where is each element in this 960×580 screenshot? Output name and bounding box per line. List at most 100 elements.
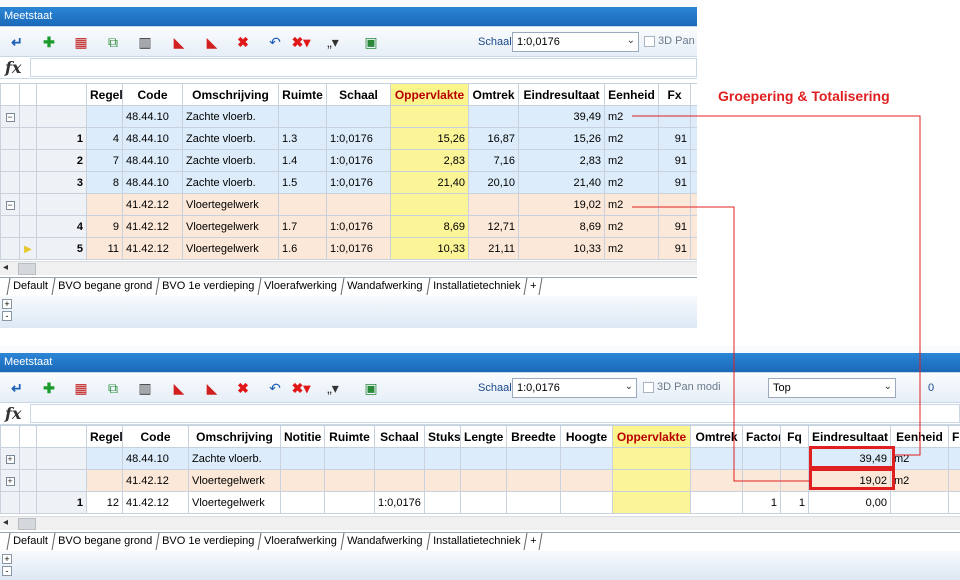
cell-eindresultaat[interactable]: 15,26 bbox=[518, 127, 605, 150]
eraser-icon[interactable]: ◣ bbox=[170, 380, 188, 396]
col-header[interactable]: Code bbox=[122, 83, 183, 106]
cell-omschrijving[interactable]: Zachte vloerb. bbox=[182, 149, 279, 172]
grid-icon[interactable]: ▦ bbox=[72, 380, 90, 396]
sheet-tab[interactable]: Default bbox=[6, 533, 54, 550]
cell-hoogte[interactable] bbox=[560, 447, 613, 470]
cell-omschrijving[interactable]: Vloertegelwerk bbox=[182, 215, 279, 238]
col-header[interactable]: Oppervlakte bbox=[612, 425, 691, 448]
cell-factor[interactable] bbox=[742, 469, 781, 492]
row-gutter[interactable] bbox=[0, 171, 20, 194]
expand-group-icon[interactable]: + bbox=[5, 454, 15, 464]
enter-icon[interactable]: ↵ bbox=[8, 380, 26, 396]
col-header[interactable]: Eindresultaat bbox=[518, 83, 605, 106]
cell-schaal[interactable]: 1:0,0176 bbox=[326, 127, 391, 150]
enter-icon[interactable]: ↵ bbox=[8, 34, 26, 50]
3d-pan-checkbox[interactable] bbox=[644, 36, 655, 47]
cell-ruimte[interactable]: 1.4 bbox=[278, 149, 327, 172]
add-sheet-tab[interactable]: + bbox=[523, 278, 543, 295]
cell-oppervlakte[interactable]: 2,83 bbox=[390, 149, 469, 172]
eraser2-icon[interactable]: ◣ bbox=[203, 34, 221, 50]
cell-eenheid[interactable]: m2 bbox=[890, 447, 949, 470]
cell-hoogte[interactable] bbox=[560, 469, 613, 492]
cell-eindresultaat[interactable]: 39,49 bbox=[518, 105, 605, 128]
group-row[interactable]: − 41.42.12 Vloertegelwerk 19,02 m2 bbox=[0, 193, 697, 216]
col-header[interactable]: Stuks bbox=[424, 425, 461, 448]
cell-fx[interactable] bbox=[658, 105, 691, 128]
cell-omschrijving[interactable]: Zachte vloerb. bbox=[182, 171, 279, 194]
cell-eindresultaat[interactable]: 2,83 bbox=[518, 149, 605, 172]
cell-regel[interactable] bbox=[86, 469, 123, 492]
cell-factor[interactable]: 1 bbox=[742, 491, 781, 514]
cell-ruimte[interactable]: 1.3 bbox=[278, 127, 327, 150]
cell-eenheid[interactable]: m2 bbox=[604, 105, 659, 128]
cell-breedte[interactable] bbox=[506, 469, 561, 492]
cell-regel[interactable]: 7 bbox=[86, 149, 123, 172]
col-header[interactable]: Fx bbox=[658, 83, 691, 106]
sheet-tab[interactable]: Installatietechniek bbox=[426, 278, 526, 295]
cell-ruimte[interactable]: 1.6 bbox=[278, 237, 327, 260]
cell-code[interactable]: 41.42.12 bbox=[122, 215, 183, 238]
row-gutter[interactable]: + bbox=[0, 469, 20, 492]
sheet-tab[interactable]: Wandafwerking bbox=[340, 278, 429, 295]
add-icon[interactable]: ✚ bbox=[40, 380, 58, 396]
add-sheet-tab[interactable]: + bbox=[523, 533, 543, 550]
cell-oppervlakte[interactable]: 21,40 bbox=[390, 171, 469, 194]
scale-select[interactable]: 1:0,0176 ⌄ bbox=[512, 378, 637, 398]
delete-icon[interactable]: ✖ bbox=[234, 380, 252, 396]
row-gutter[interactable]: − bbox=[0, 105, 20, 128]
scroll-thumb[interactable] bbox=[18, 518, 36, 530]
cell-lengte[interactable] bbox=[460, 447, 507, 470]
row-gutter[interactable] bbox=[0, 491, 20, 514]
scroll-thumb[interactable] bbox=[18, 263, 36, 275]
sheet-tab[interactable]: Installatietechniek bbox=[426, 533, 526, 550]
copy-icon[interactable]: ⧉ bbox=[104, 380, 122, 396]
col-header[interactable]: Oppervlakte bbox=[390, 83, 469, 106]
eraser-icon[interactable]: ◣ bbox=[170, 34, 188, 50]
cell-omschrijving[interactable]: Vloertegelwerk bbox=[188, 469, 281, 492]
columns-icon[interactable]: ▥ bbox=[136, 380, 154, 396]
cell-omtrek[interactable] bbox=[690, 447, 743, 470]
cell-fx[interactable]: 91 bbox=[658, 171, 691, 194]
cell-oppervlakte[interactable] bbox=[612, 491, 691, 514]
col-header[interactable]: Code bbox=[122, 425, 189, 448]
formula-input[interactable] bbox=[30, 404, 960, 423]
table-row[interactable]: ▶ 5 11 41.42.12 Vloertegelwerk 1.6 1:0,0176 10,… bbox=[0, 237, 697, 260]
cell-omschrijving[interactable]: Zachte vloerb. bbox=[188, 447, 281, 470]
cell-omschrijving[interactable]: Vloertegelwerk bbox=[182, 193, 279, 216]
row-gutter[interactable] bbox=[0, 215, 20, 238]
col-header[interactable]: Breedte bbox=[506, 425, 561, 448]
sheet-tab[interactable]: Vloerafwerking bbox=[257, 278, 343, 295]
cell-schaal[interactable]: 1:0,0176 bbox=[374, 491, 425, 514]
cell-breedte[interactable] bbox=[506, 447, 561, 470]
3d-pan-checkbox[interactable] bbox=[643, 382, 654, 393]
cell-fq[interactable] bbox=[780, 447, 809, 470]
cell-ruimte[interactable] bbox=[324, 469, 375, 492]
table-row[interactable]: 3 8 48.44.10 Zachte vloerb. 1.5 1:0,0176 21,40… bbox=[0, 171, 697, 194]
cell-oppervlakte[interactable]: 10,33 bbox=[390, 237, 469, 260]
cell-omtrek[interactable]: 16,87 bbox=[468, 127, 519, 150]
cell-lengte[interactable] bbox=[460, 469, 507, 492]
export-icon[interactable]: ▣ bbox=[362, 34, 380, 50]
col-header[interactable]: Ruimte bbox=[324, 425, 375, 448]
cell-factor[interactable] bbox=[742, 447, 781, 470]
quote-dropdown-icon[interactable]: „▾ bbox=[324, 380, 342, 396]
cell-schaal[interactable]: 1:0,0176 bbox=[326, 149, 391, 172]
cell-f[interactable] bbox=[948, 491, 960, 514]
copy-icon[interactable]: ⧉ bbox=[104, 34, 122, 50]
cell-eenheid[interactable]: m2 bbox=[604, 237, 659, 260]
cell-schaal[interactable]: 1:0,0176 bbox=[326, 237, 391, 260]
export-icon[interactable]: ▣ bbox=[362, 380, 380, 396]
expand-group-icon[interactable]: + bbox=[5, 476, 15, 486]
cell-hoogte[interactable] bbox=[560, 491, 613, 514]
horizontal-scrollbar[interactable]: ◂ bbox=[0, 261, 697, 275]
cell-regel[interactable]: 12 bbox=[86, 491, 123, 514]
sheet-tab[interactable]: BVO begane grond bbox=[51, 278, 158, 295]
cell-omtrek[interactable] bbox=[468, 105, 519, 128]
sheet-tab[interactable]: Default bbox=[6, 278, 54, 295]
cell-stuks[interactable] bbox=[424, 491, 461, 514]
cell-ruimte[interactable] bbox=[324, 447, 375, 470]
row-gutter[interactable]: + bbox=[0, 447, 20, 470]
scale-select[interactable]: 1:0,0176 ⌄ bbox=[512, 32, 639, 52]
cell-eindresultaat[interactable]: 19,02 bbox=[518, 193, 605, 216]
cell-eenheid[interactable]: m2 bbox=[604, 149, 659, 172]
